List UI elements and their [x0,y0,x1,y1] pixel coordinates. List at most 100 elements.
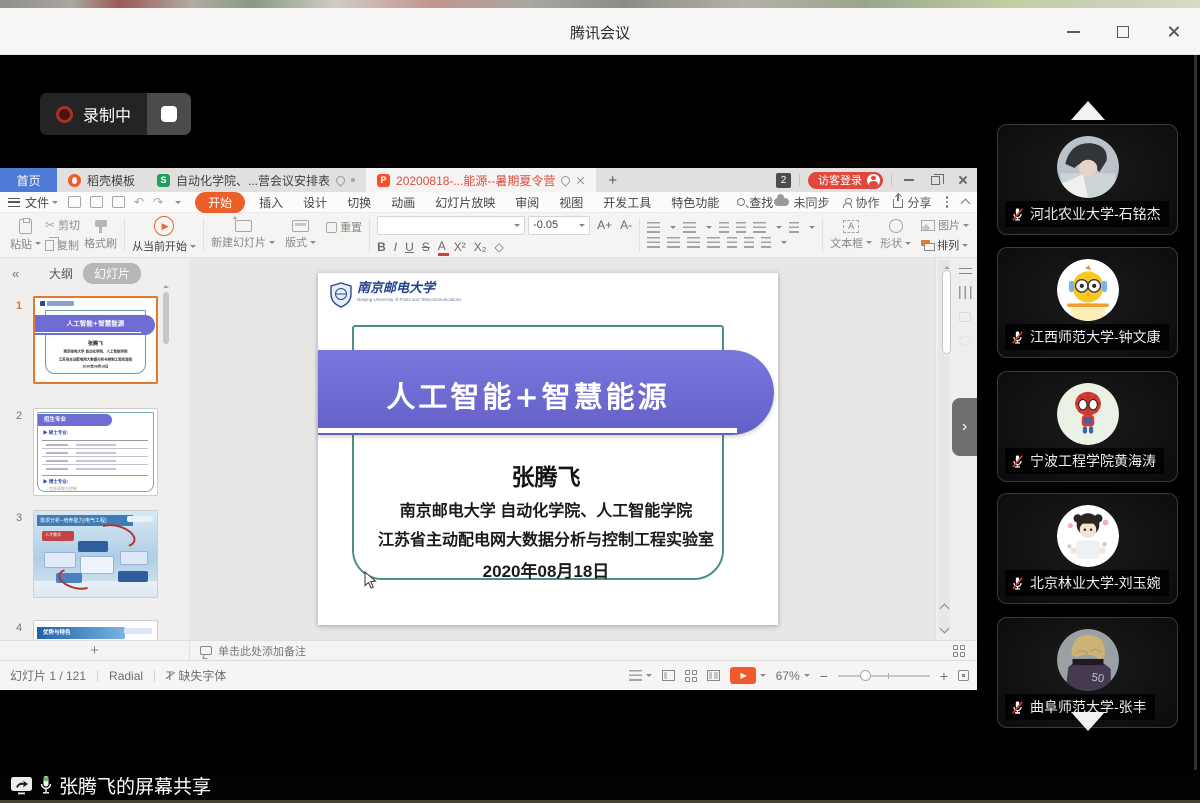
distribute-icon[interactable] [727,237,737,248]
share-button[interactable]: 分享 [893,194,931,211]
bullets-icon[interactable] [647,222,660,233]
maximize-button[interactable] [1110,19,1136,45]
grid-view-icon[interactable] [953,645,965,657]
zoom-level[interactable]: 67% [776,669,800,683]
tab-home[interactable]: 首页 [0,168,57,192]
zoom-in-button[interactable]: + [940,668,948,684]
close-tab-icon[interactable] [576,176,585,185]
vertical-scrollbar[interactable] [938,260,950,632]
font-increase-icon[interactable]: A+ [597,218,612,232]
align-center-icon[interactable] [667,237,680,248]
theme-name[interactable]: Radial [109,669,143,683]
file-menu[interactable]: 文件 [25,194,49,211]
redo-icon[interactable]: ↷ [153,196,163,208]
panel-scrollbar[interactable] [1194,55,1197,770]
ribbon-tab-design[interactable]: 设计 [293,194,337,211]
slide-thumbnail-2[interactable]: 招生专业 ▶ 硕士专业: ▶ 博士专业: 信息获取与控制 [33,408,158,496]
participant-tile[interactable]: 河北农业大学-石铭杰 [997,124,1178,235]
textbox-button[interactable]: A 文本框 [830,220,872,251]
underline-button[interactable]: U [405,240,414,254]
print-icon[interactable] [90,196,103,208]
layout-button[interactable]: 版式 [285,220,316,250]
task-pane-list-icon[interactable] [959,268,972,274]
font-name-combo[interactable] [377,216,525,235]
zoom-slider[interactable] [838,675,930,677]
picture-button[interactable]: 图片 [921,217,969,233]
clear-format-button[interactable]: ◇ [494,240,503,254]
format-painter-button[interactable]: 格式刷 [84,220,117,251]
numbering-icon[interactable] [683,222,696,233]
ribbon-tab-view[interactable]: 视图 [549,194,593,211]
ribbon-tab-transition[interactable]: 切换 [337,194,381,211]
zoom-out-button[interactable]: − [820,668,828,684]
ribbon-tab-home[interactable]: 开始 [195,192,245,213]
hamburger-icon[interactable] [8,198,20,207]
ribbon-tab-insert[interactable]: 插入 [249,194,293,211]
justify-icon[interactable] [707,237,720,248]
fit-to-window-icon[interactable] [958,670,969,681]
align-left-icon[interactable] [647,237,660,248]
text-direction-icon[interactable] [753,222,766,233]
zoom-slider-handle[interactable] [860,670,871,681]
indent-increase-icon[interactable] [736,222,746,233]
slideshow-play-button[interactable]: ▶ [730,667,756,684]
save-icon[interactable] [68,196,81,208]
print-preview-icon[interactable] [112,196,125,208]
line-spacing-icon[interactable] [744,237,754,248]
customize-toolbar-icon[interactable] [175,201,181,207]
collapse-panel-icon[interactable]: « [12,266,19,281]
undo-icon[interactable]: ↶ [134,196,144,208]
participant-tile[interactable]: 北京林业大学-刘玉婉 [997,493,1178,604]
minimize-button[interactable] [1060,19,1086,45]
new-tab-button[interactable]: + [596,168,629,192]
sync-status[interactable]: 未同步 [774,194,829,211]
collapse-ribbon-icon[interactable] [961,199,971,209]
scroll-participants-up-button[interactable] [1071,101,1105,120]
wps-minimize-button[interactable] [904,179,914,181]
bold-button[interactable]: B [377,240,386,254]
pane-icon-dim[interactable] [959,336,971,346]
notes-placeholder[interactable]: 单击此处添加备注 [218,643,306,659]
ribbon-tab-animation[interactable]: 动画 [381,194,425,211]
ribbon-tab-slideshow[interactable]: 幻灯片放映 [425,194,505,211]
expand-side-panel-handle[interactable]: › [952,398,977,456]
paste-button[interactable]: 粘贴 [10,219,41,252]
slides-tab[interactable]: 幻灯片 [83,263,141,284]
ribbon-tab-features[interactable]: 特色功能 [661,194,729,211]
reset-button[interactable]: 重置 [326,219,362,235]
next-slide-button[interactable] [941,623,948,634]
previous-slide-button[interactable] [941,603,948,614]
arrange-button[interactable]: 排列 [921,237,969,253]
stop-recording-button[interactable] [147,93,191,135]
ribbon-tab-review[interactable]: 审阅 [505,194,549,211]
font-size-combo[interactable]: -0.05 [528,216,590,235]
play-from-current-button[interactable]: ▶ 从当前开始 [132,216,196,254]
columns-icon[interactable] [761,237,771,248]
slide-thumbnail-1[interactable]: 人工智能+智慧能源 张腾飞 南京邮电大学 自动化学院、人工智能学院 江苏省主动配… [33,296,158,384]
more-options-icon[interactable] [946,196,949,208]
update-count-badge[interactable]: 2 [776,173,791,188]
cut-button[interactable]: ✂ 剪切 [45,217,80,233]
participant-tile[interactable]: 江西师范大学-钟文康 [997,247,1178,358]
participant-tile[interactable]: 宁波工程学院黄海涛 [997,371,1178,482]
copy-button[interactable]: 复制 [45,237,80,253]
font-color-button[interactable]: A [438,239,446,255]
outline-tab[interactable]: 大纲 [49,265,73,282]
slide-thumbnail-4[interactable]: 优势与特色 [33,620,158,640]
close-button[interactable] [1160,19,1186,45]
pane-icon-dim[interactable] [959,312,971,322]
panel-scroll-up-icon[interactable] [163,282,169,288]
strikethrough-button[interactable]: S [422,240,430,254]
pin-icon[interactable] [334,174,347,187]
new-slide-button[interactable]: 新建幻灯片 [211,220,275,250]
ribbon-search[interactable]: 查找 [737,194,773,211]
slide-sorter-icon[interactable] [685,670,697,682]
tab-presentation-doc-active[interactable]: P 20200818-...能源--暑期夏令营 [366,168,596,192]
shapes-button[interactable]: 形状 [880,219,911,251]
superscript-button[interactable]: X² [454,240,466,254]
missing-font-label[interactable]: 缺失字体 [178,667,226,684]
notes-toggle-icon[interactable] [629,670,642,681]
pin-icon[interactable] [560,174,573,187]
slide-editor[interactable]: 南京邮电大学 Nanjing University of Posts and T… [318,273,778,625]
collaborate-button[interactable]: 协作 [843,194,879,211]
